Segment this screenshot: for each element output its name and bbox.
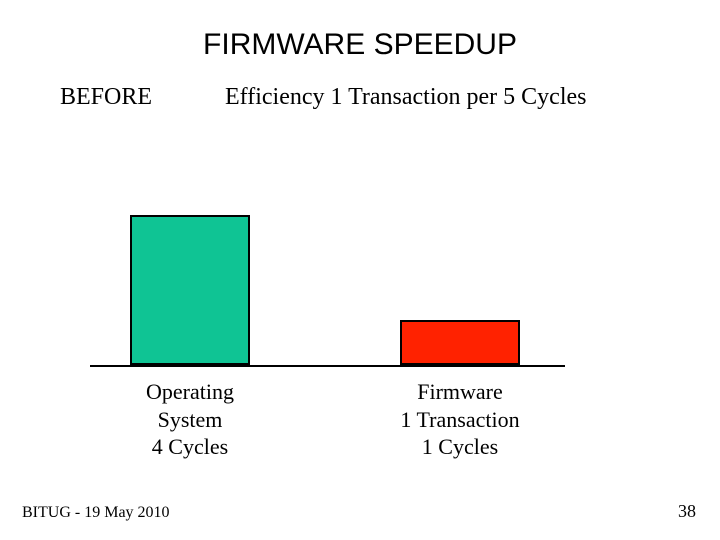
bar-label-os-line3: 4 Cycles — [152, 434, 228, 459]
bar-label-fw-line2: 1 Transaction — [400, 407, 519, 432]
bar-label-os-line2: System — [158, 407, 223, 432]
footer-date: BITUG - 19 May 2010 — [22, 504, 170, 522]
slide-title: FIRMWARE SPEEDUP — [0, 28, 720, 62]
slide: FIRMWARE SPEEDUP BEFORE Efficiency 1 Tra… — [0, 0, 720, 540]
bar-label-fw-line3: 1 Cycles — [422, 434, 498, 459]
efficiency-subtitle: Efficiency 1 Transaction per 5 Cycles — [225, 84, 586, 111]
slide-number: 38 — [678, 501, 696, 522]
x-axis — [90, 365, 565, 367]
bar-operating-system — [130, 215, 250, 365]
bar-label-fw-line1: Firmware — [417, 379, 503, 404]
bar-label-os-line1: Operating — [146, 379, 234, 404]
bar-firmware — [400, 320, 520, 365]
bar-label-operating-system: Operating System 4 Cycles — [90, 378, 290, 461]
bar-label-firmware: Firmware 1 Transaction 1 Cycles — [360, 378, 560, 461]
before-label: BEFORE — [60, 84, 152, 111]
